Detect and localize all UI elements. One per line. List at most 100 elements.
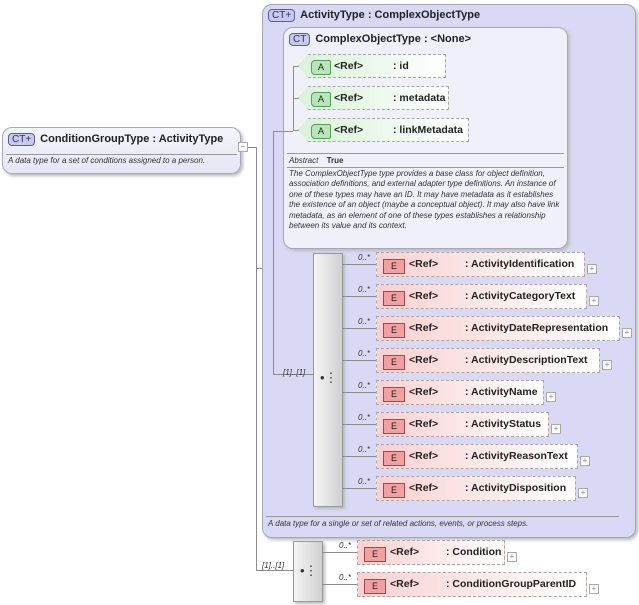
element-cardinality: 0..* <box>358 285 371 294</box>
element-cardinality: 0..* <box>358 381 371 390</box>
expand-icon[interactable]: + <box>589 584 599 594</box>
expand-icon[interactable]: + <box>578 488 588 498</box>
ref-label: <Ref> <box>409 290 439 302</box>
element-box[interactable]: E <Ref> : ActivityDateRepresentation <box>376 316 620 341</box>
expand-icon[interactable]: + <box>507 552 517 562</box>
element-name: : ActivityDateRepresentation <box>465 322 609 334</box>
type-title: ConditionGroupType : ActivityType <box>40 133 224 145</box>
attribute-name: : linkMetadata <box>393 124 464 136</box>
element-cardinality: 0..* <box>358 477 371 486</box>
ref-label: <Ref> <box>334 92 364 104</box>
connector <box>256 147 257 571</box>
connector <box>342 360 376 361</box>
element-box[interactable]: E <Ref> : ActivityDescriptionText <box>376 348 600 373</box>
expand-icon[interactable]: + <box>602 360 612 370</box>
element-icon: E <box>383 483 405 498</box>
element-box[interactable]: E <Ref> : Condition <box>357 540 505 565</box>
element-icon: E <box>383 355 405 370</box>
element-icon: E <box>383 291 405 306</box>
element-name: : ActivityName <box>465 386 538 398</box>
connector <box>342 392 376 393</box>
connector <box>256 570 293 571</box>
type-description: The ComplexObjectType type provides a ba… <box>289 169 560 231</box>
attribute-name: : metadata <box>393 92 446 104</box>
element-cardinality: 0..* <box>339 541 352 550</box>
type-description: A data type for a set of conditions assi… <box>8 156 206 165</box>
element-icon: E <box>364 579 386 594</box>
type-title: ActivityType : ComplexObjectType <box>300 9 481 21</box>
element-cardinality: 0..* <box>339 573 352 582</box>
element-box[interactable]: E <Ref> : ActivityStatus <box>376 412 549 437</box>
connector <box>273 131 293 132</box>
ref-label: <Ref> <box>390 578 420 590</box>
connector <box>342 424 376 425</box>
element-box[interactable]: E <Ref> : ActivityReasonText <box>376 444 578 469</box>
element-icon: E <box>383 259 405 274</box>
connector <box>248 147 256 148</box>
element-icon: E <box>364 547 386 562</box>
abstract-value: True <box>326 156 344 165</box>
complex-type-icon: CT <box>289 33 311 46</box>
element-box[interactable]: E <Ref> : ConditionGroupParentID <box>357 572 587 597</box>
expand-icon[interactable]: + <box>589 296 599 306</box>
type-description: A data type for a single or set of relat… <box>268 519 529 528</box>
connector <box>342 456 376 457</box>
connector <box>342 328 376 329</box>
sequence-cardinality: [1]..[1] <box>262 561 285 570</box>
sequence-icon: •⋮ <box>320 370 338 385</box>
attribute-id[interactable]: A <Ref> : id <box>298 54 446 78</box>
element-cardinality: 0..* <box>358 349 371 358</box>
element-cardinality: 0..* <box>358 445 371 454</box>
condition-group-type-box[interactable]: CT+ ConditionGroupType : ActivityType A d… <box>2 127 241 174</box>
element-icon: E <box>383 323 405 338</box>
type-title: ComplexObjectType : <None> <box>315 33 472 45</box>
ref-label: <Ref> <box>409 450 439 462</box>
attribute-name: : id <box>393 60 409 72</box>
complex-type-icon: CT+ <box>268 9 296 22</box>
element-box[interactable]: E <Ref> : ActivityName <box>376 380 544 405</box>
element-box[interactable]: E <Ref> : ActivityIdentification <box>376 252 585 277</box>
connector <box>342 296 376 297</box>
connector <box>322 552 357 553</box>
element-icon: E <box>383 451 405 466</box>
attribute-icon: A <box>311 124 331 139</box>
element-icon: E <box>383 419 405 434</box>
expand-icon[interactable]: + <box>551 424 561 434</box>
complex-type-icon: CT+ <box>8 133 36 146</box>
element-name: : ActivityDisposition <box>465 482 567 494</box>
ref-label: <Ref> <box>409 482 439 494</box>
element-name: : ActivityReasonText <box>465 450 568 462</box>
sequence-cardinality: [1]..[1] <box>283 368 306 377</box>
attribute-icon: A <box>311 60 331 75</box>
connector <box>342 488 376 489</box>
ref-label: <Ref> <box>409 258 439 270</box>
expand-icon[interactable]: + <box>587 264 597 274</box>
attribute-link-metadata[interactable]: A <Ref> : linkMetadata <box>298 118 469 142</box>
expand-icon[interactable]: + <box>580 456 590 466</box>
ref-label: <Ref> <box>409 322 439 334</box>
ref-label: <Ref> <box>409 354 439 366</box>
sequence-compositor[interactable]: •⋮ <box>313 253 343 507</box>
connector <box>342 264 376 265</box>
ref-label: <Ref> <box>390 546 420 558</box>
abstract-label: Abstract <box>289 156 319 165</box>
sequence-icon: •⋮ <box>300 563 318 578</box>
connector <box>322 584 357 585</box>
element-box[interactable]: E <Ref> : ActivityDisposition <box>376 476 576 501</box>
ref-label: <Ref> <box>409 418 439 430</box>
attribute-metadata[interactable]: A <Ref> : metadata <box>298 86 449 110</box>
element-name: : ActivityIdentification <box>465 258 575 270</box>
attribute-icon: A <box>311 92 331 107</box>
element-name: : ConditionGroupParentID <box>446 578 577 590</box>
element-cardinality: 0..* <box>358 317 371 326</box>
expand-icon[interactable]: + <box>546 392 556 402</box>
element-cardinality: 0..* <box>358 413 371 422</box>
collapse-toggle-icon[interactable]: − <box>238 142 248 152</box>
sequence-compositor[interactable]: •⋮ <box>293 541 323 602</box>
ref-label: <Ref> <box>334 60 364 72</box>
element-box[interactable]: E <Ref> : ActivityCategoryText <box>376 284 587 309</box>
element-name: : ActivityDescriptionText <box>465 354 588 366</box>
expand-icon[interactable]: + <box>622 328 632 338</box>
ref-label: <Ref> <box>334 124 364 136</box>
ref-label: <Ref> <box>409 386 439 398</box>
